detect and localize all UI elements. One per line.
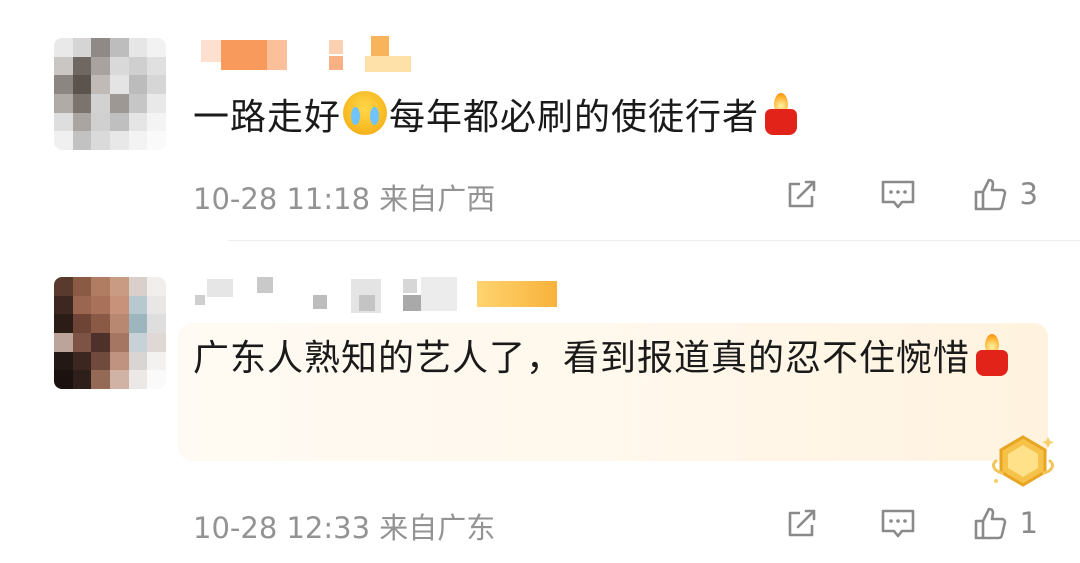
comment-text-part: 广东人熟知的艺人了，看到报道真的忍不住惋惜 xyxy=(193,338,971,379)
comment-text-part: 每年都必刷的使徒行者 xyxy=(389,97,760,138)
comment-item: 广东人熟知的艺人了，看到报道真的忍不住惋惜 10-28 12:33 来自广东 1 xyxy=(0,241,1080,563)
share-icon xyxy=(788,180,815,208)
loudly-crying-face-icon xyxy=(343,91,388,135)
comment-button[interactable] xyxy=(878,503,918,543)
like-count: 1 xyxy=(1019,506,1038,540)
like-button[interactable]: 1 xyxy=(970,503,1038,543)
like-button[interactable]: 3 xyxy=(970,174,1038,214)
timestamp: 10-28 11:18 xyxy=(193,182,371,216)
comment-text: 广东人熟知的艺人了，看到报道真的忍不住惋惜 xyxy=(193,329,1023,389)
like-icon xyxy=(974,507,1006,540)
like-count: 3 xyxy=(1019,177,1038,211)
share-button[interactable] xyxy=(782,174,822,214)
comment-item: 一路走好 每年都必刷的使徒行者 10-28 11:18 来自广西 3 xyxy=(0,0,1080,240)
candle-icon xyxy=(974,332,1010,376)
avatar[interactable] xyxy=(54,38,166,150)
comment-actions: 1 xyxy=(782,503,1038,543)
share-button[interactable] xyxy=(782,503,822,543)
timestamp: 10-28 12:33 xyxy=(193,511,371,545)
comment-text-part: 一路走好 xyxy=(193,97,342,138)
location: 来自广东 xyxy=(379,511,496,545)
username-blurred[interactable] xyxy=(195,36,575,72)
share-icon xyxy=(788,509,815,537)
location: 来自广西 xyxy=(379,182,496,216)
comment-text: 一路走好 每年都必刷的使徒行者 xyxy=(193,88,1053,148)
username-blurred[interactable] xyxy=(195,277,575,313)
comment-icon xyxy=(881,180,914,209)
avatar[interactable] xyxy=(54,277,166,389)
comment-icon xyxy=(881,509,914,538)
candle-icon xyxy=(763,91,799,135)
comment-button[interactable] xyxy=(878,174,918,214)
like-icon xyxy=(974,178,1006,211)
comment-meta: 10-28 12:33 来自广东 xyxy=(193,505,495,547)
comment-actions: 3 xyxy=(782,174,1038,214)
gold-fan-badge-icon xyxy=(992,435,1054,487)
comment-meta: 10-28 11:18 来自广西 xyxy=(193,176,495,218)
